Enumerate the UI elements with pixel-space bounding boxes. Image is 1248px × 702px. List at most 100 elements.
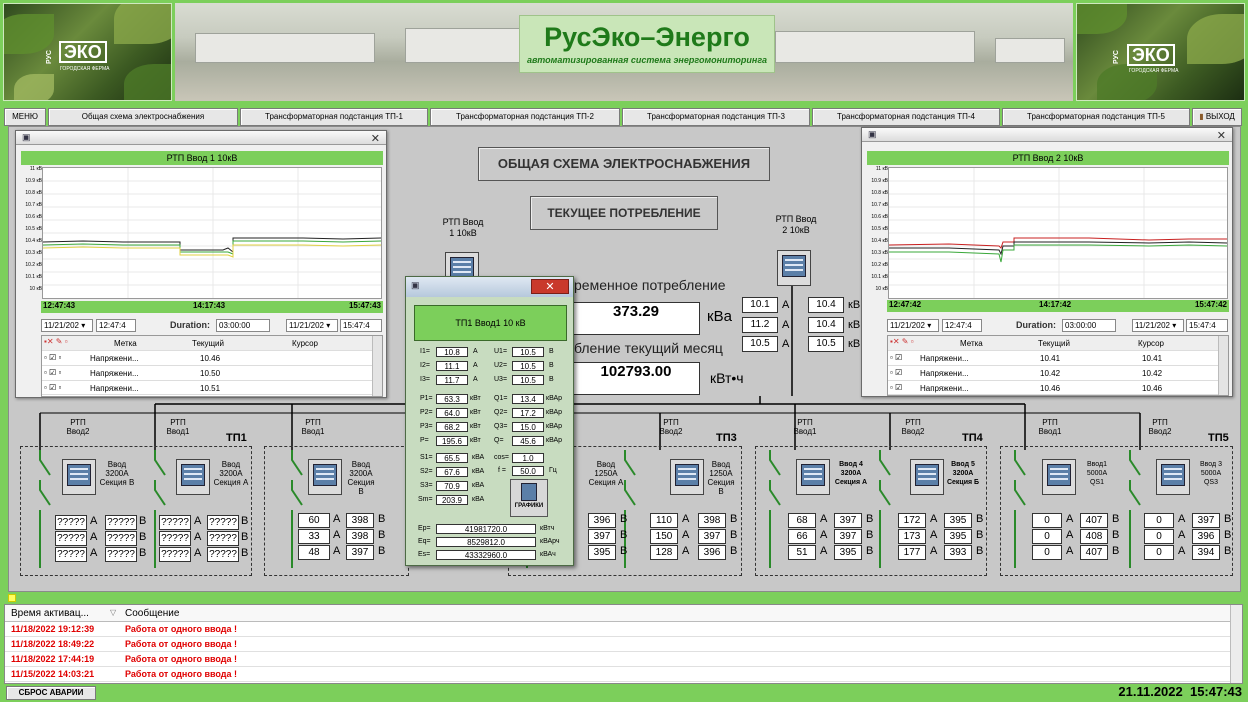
table-row[interactable]: ▫ ☑ ▫ Напряжени... 10.50	[42, 366, 382, 381]
trend-2-lines	[888, 168, 1228, 298]
table-row[interactable]: ▫ ☑ ▫ Напряжени... 10.46	[42, 351, 382, 366]
tp2-v1: В	[378, 513, 386, 525]
tp1-i2b: ?????	[159, 531, 191, 546]
popup-u3-value: 10.5	[512, 375, 544, 385]
trend-2-toolbar-icons[interactable]: ▪✕ ✎ ▫	[890, 337, 914, 346]
table-row[interactable]: 11/18/2022 17:44:19 Работа от одного ввод…	[5, 652, 1242, 667]
trend-1-toolbar-icons[interactable]: ▪✕ ✎ ▫	[44, 337, 68, 346]
tp2-meter-icon[interactable]	[308, 459, 342, 495]
tp3-u4: 398	[698, 513, 726, 528]
close-icon[interactable]: ✕	[371, 132, 380, 145]
graphs-button[interactable]: ГРАФИКИ	[510, 479, 548, 517]
tp2-a2: А	[333, 529, 341, 541]
tp3-i3: 128	[650, 545, 678, 560]
trend-2-row-cursor: 10.41	[1142, 354, 1163, 363]
tp1-i2: ?????	[55, 531, 87, 546]
alarm-col-time[interactable]: Время активац...	[11, 608, 89, 619]
trend-1-date-right[interactable]: 11/21/202 ▾	[286, 319, 338, 332]
popup-i1-value: 10.8	[436, 347, 468, 357]
popup-i2-key: I2=	[420, 362, 430, 369]
trend-2-date-left[interactable]: 11/21/202 ▾	[887, 319, 939, 332]
popup-s3-unit: кВА	[472, 482, 485, 489]
trend-2-date-left-value: 11/21/202	[890, 321, 925, 330]
trend-1-time-left[interactable]: 12:47:4	[96, 319, 136, 332]
trend-1-time-right[interactable]: 15:47:4	[340, 319, 382, 332]
tp1-u2b: ?????	[207, 531, 239, 546]
tp1-meter-b-icon[interactable]	[62, 459, 96, 495]
trend-1-row-current: 10.51	[200, 384, 221, 393]
tp5-meter-a-icon[interactable]	[1042, 459, 1076, 495]
alarm-scrollbar[interactable]	[1230, 605, 1242, 683]
trend-window-1-titlebar[interactable]: ▣ ✕	[16, 131, 386, 145]
tp5-v4: В	[1224, 513, 1232, 525]
tp1-meter-a-icon[interactable]	[176, 459, 210, 495]
tp2-i1: 60	[298, 513, 330, 528]
table-row[interactable]: ▫ ☑ Напряжени... 10.41 10.41	[888, 351, 1228, 366]
trend-1-col-current: Текущий	[192, 339, 224, 348]
tp3-v6: В	[730, 545, 738, 557]
popup-titlebar[interactable]: ▣ ✕	[406, 277, 573, 297]
meter-icon	[521, 483, 537, 501]
tp4-meter-a-icon[interactable]	[796, 459, 830, 495]
trend-window-1[interactable]: ▣ ✕ РТП Ввод 1 10кВ 11 кВ 10.9 кВ 10.8 к…	[15, 130, 387, 398]
popup-q3-unit: кВАр	[546, 423, 563, 430]
window-icon: ▣	[868, 129, 877, 139]
tp3-meter-b-icon[interactable]	[670, 459, 704, 495]
trend-1-ytick: 10.8 кВ	[25, 190, 42, 196]
popup-p2-unit: кВт	[470, 409, 481, 416]
trend-1-scrollbar[interactable]	[372, 336, 382, 396]
table-row[interactable]: ▫ ☑ Напряжени... 10.42 10.42	[888, 366, 1228, 381]
tp3-v4: В	[730, 513, 738, 525]
trend-window-2[interactable]: ▣ ✕ РТП Ввод 2 10кВ 11 кВ 10.9 кВ 10.8 к…	[861, 127, 1233, 397]
popup-cos-value: 1.0	[512, 453, 544, 463]
close-icon[interactable]: ✕	[531, 279, 569, 294]
tp5-meter-b-icon[interactable]	[1156, 459, 1190, 495]
trend-1-date-left[interactable]: 11/21/202 ▾	[41, 319, 93, 332]
table-row[interactable]: ▫ ☑ Напряжени... 10.46 10.46	[888, 381, 1228, 395]
tp4-a2: А	[820, 529, 828, 541]
trend-2-row-current: 10.42	[1040, 369, 1061, 378]
sort-icon[interactable]: ▽	[110, 608, 116, 617]
tp4-v6: В	[976, 545, 984, 557]
trend-2-ytick: 10.3 кВ	[871, 250, 888, 256]
trend-2-time-left-value: 12:47:4	[945, 321, 972, 330]
close-icon[interactable]: ✕	[1217, 129, 1226, 142]
tp5-a3: А	[1066, 545, 1074, 557]
popup-u1-value: 10.5	[512, 347, 544, 357]
reset-alarm-button[interactable]: СБРОС АВАРИИ	[6, 686, 96, 700]
tp5-a2: А	[1066, 529, 1074, 541]
trend-2-time-left[interactable]: 12:47:4	[942, 319, 982, 332]
table-row[interactable]: 11/18/2022 19:12:39 Работа от одного ввод…	[5, 622, 1242, 637]
tp1-rtp-vvod2: РТП Ввод2	[66, 418, 90, 436]
tp4-meter-b-icon[interactable]	[910, 459, 944, 495]
tp4-u1: 397	[834, 513, 862, 528]
trend-2-date-right[interactable]: 11/21/202 ▾	[1132, 319, 1184, 332]
meter-popup-window[interactable]: ▣ ✕ ТП1 Ввод1 10 кВ I1= 10.8 А I2= 11.1 …	[405, 276, 574, 566]
popup-cos-key: cos=	[494, 454, 509, 461]
tp5-i3: 0	[1032, 545, 1062, 560]
tp3-a2: А	[682, 529, 690, 541]
alarm-col-message[interactable]: Сообщение	[125, 608, 179, 619]
window-icon: ▣	[22, 132, 31, 142]
tp3-i2: 150	[650, 529, 678, 544]
alarm-message: Работа от одного ввода !	[125, 639, 238, 649]
trend-2-time-right[interactable]: 15:47:4	[1186, 319, 1228, 332]
trend-window-2-titlebar[interactable]: ▣ ✕	[862, 128, 1232, 142]
trend-2-scrollbar[interactable]	[1218, 336, 1228, 395]
table-row[interactable]: 11/15/2022 14:03:21 Работа от одного ввод…	[5, 667, 1242, 682]
popup-eq-unit: кВАрч	[540, 538, 560, 545]
popup-p3-unit: кВт	[470, 423, 481, 430]
popup-u1-unit: В	[549, 348, 554, 355]
table-row[interactable]: 11/18/2022 18:49:22 Работа от одного ввод…	[5, 637, 1242, 652]
tp2-v3: В	[378, 545, 386, 557]
trend-2-duration[interactable]: 03:00:00	[1062, 319, 1116, 332]
tp1-v6: В	[241, 547, 249, 559]
trend-1-xtick: 14:17:43	[193, 301, 226, 310]
alarm-table: Время активац... ▽ Сообщение 11/18/2022 …	[4, 604, 1243, 684]
trend-2-date-right-value: 11/21/202	[1135, 321, 1170, 330]
tp4-u4: 395	[944, 513, 972, 528]
table-row[interactable]: ▫ ☑ ▫ Напряжени... 10.51	[42, 381, 382, 395]
popup-q-key: Q=	[494, 437, 504, 444]
trend-1-duration[interactable]: 03:00:00	[216, 319, 270, 332]
tp1-u1b: ?????	[207, 515, 239, 530]
